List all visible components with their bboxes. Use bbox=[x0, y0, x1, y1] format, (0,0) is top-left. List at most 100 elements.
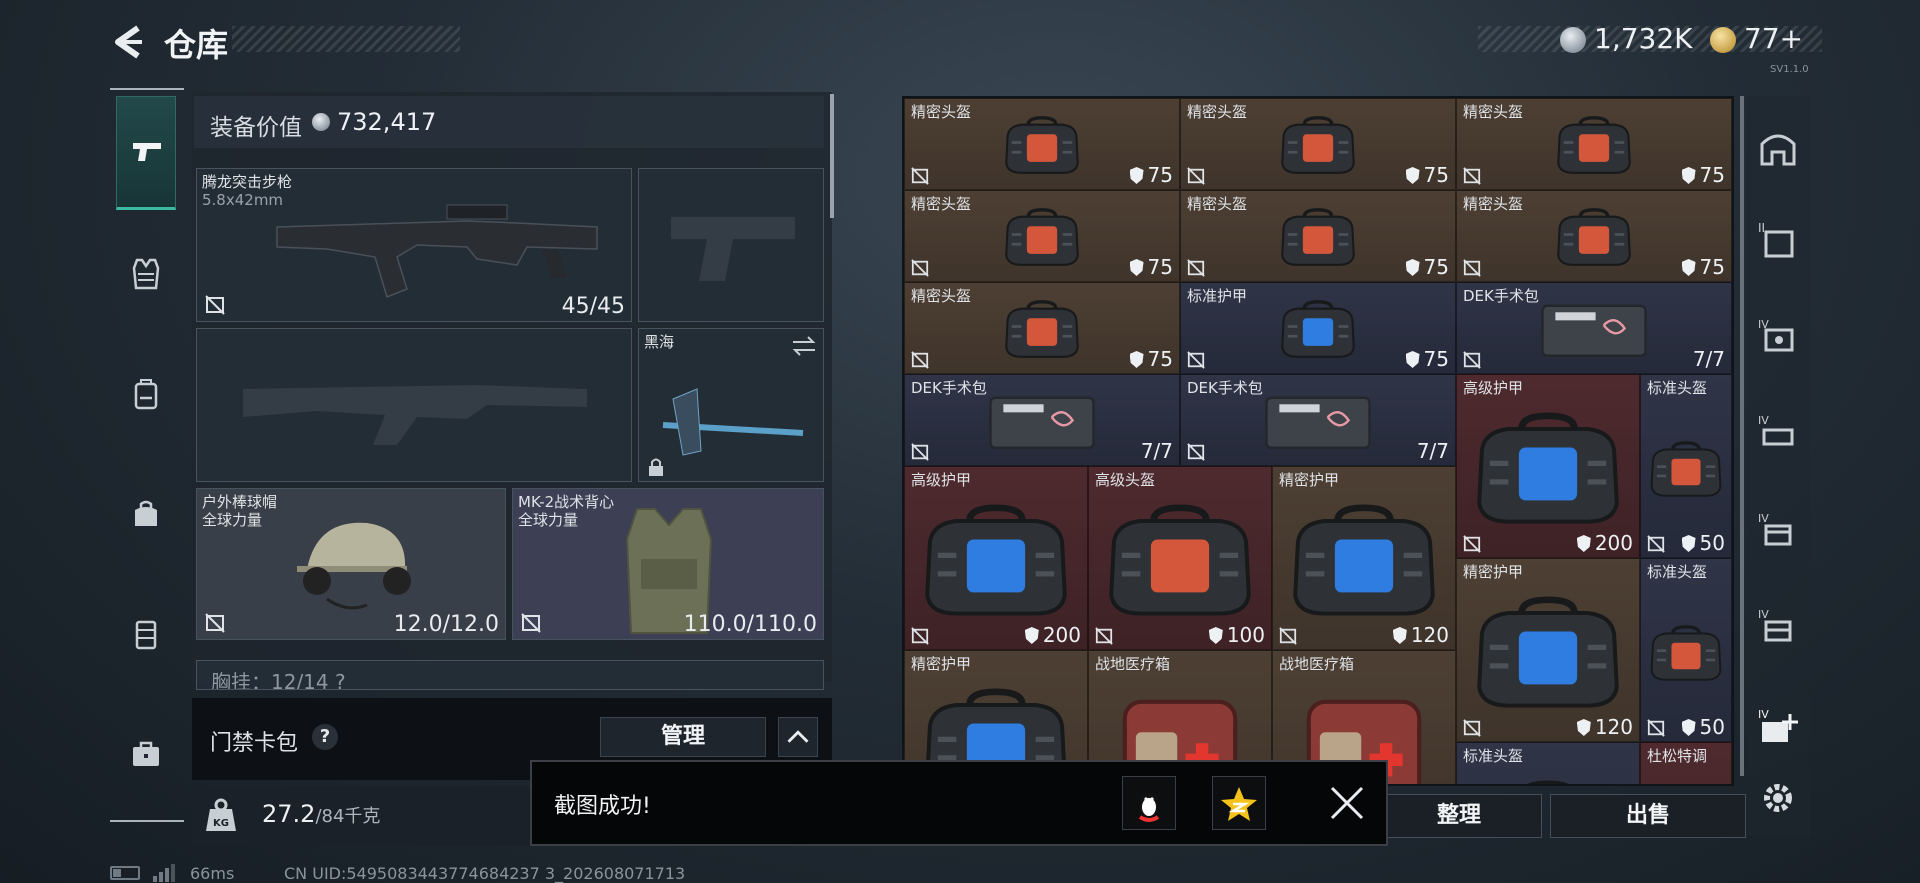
no-insurance-icon bbox=[1187, 351, 1205, 369]
settings-gear-icon[interactable] bbox=[1758, 778, 1798, 818]
armor-case-image bbox=[1293, 504, 1435, 616]
stash-item-name: 杜松特调 bbox=[1647, 747, 1708, 765]
stash-item[interactable]: 标准头盔 50 bbox=[1640, 374, 1732, 558]
durability-shield-icon bbox=[1405, 259, 1420, 276]
stash-item[interactable]: DEK手术包 7/7 bbox=[1180, 374, 1456, 466]
baseball-cap-image bbox=[297, 522, 411, 610]
stash-item-value-text: 200 bbox=[1042, 623, 1081, 647]
rifle-silhouette-icon bbox=[243, 385, 587, 445]
stash-item-name: 精密头盔 bbox=[911, 103, 972, 121]
qzone-star-icon bbox=[1221, 787, 1257, 821]
stash-item[interactable]: 标准护甲 75 bbox=[1180, 282, 1456, 374]
equipment-value: 732,417 bbox=[337, 108, 437, 136]
no-insurance-icon bbox=[1187, 443, 1205, 461]
stash-item[interactable]: 精密头盔 75 bbox=[904, 190, 1180, 282]
backpack-icon[interactable] bbox=[128, 376, 164, 412]
svg-text:IV: IV bbox=[1758, 414, 1769, 427]
chest-rig-slot[interactable]: 胸挂：12/14 ? bbox=[196, 660, 824, 690]
stash-item[interactable]: 标准头盔 50 bbox=[1640, 558, 1732, 742]
sell-button[interactable]: 出售 bbox=[1550, 794, 1746, 838]
secondary-weapon-slot-empty[interactable] bbox=[196, 328, 632, 482]
stash-item-value-text: 200 bbox=[1594, 531, 1633, 555]
durability-shield-icon bbox=[1576, 719, 1591, 736]
pistol-icon bbox=[133, 143, 161, 161]
melee-slot[interactable]: 黑海 bbox=[638, 328, 824, 482]
help-icon[interactable]: ? bbox=[312, 724, 338, 750]
uid-text: CN UID:5495083443774684237 3_20260807171… bbox=[284, 864, 686, 883]
stash-item[interactable]: 高级护甲 200 bbox=[1456, 374, 1640, 558]
no-insurance-icon bbox=[205, 295, 225, 315]
stash-item[interactable]: 精密头盔 75 bbox=[904, 98, 1180, 190]
stash-item-value-text: 75 bbox=[1699, 163, 1725, 187]
helmet-slot[interactable]: 户外棒球帽 全球力量 12.0/12.0 bbox=[196, 488, 506, 640]
silver-coin-icon bbox=[312, 113, 330, 131]
stash-item[interactable]: DEK手术包 7/7 bbox=[904, 374, 1180, 466]
no-insurance-icon bbox=[911, 627, 929, 645]
stash-item[interactable]: 精密护甲 120 bbox=[1272, 466, 1456, 650]
chevron-up-icon[interactable] bbox=[778, 717, 818, 757]
signal-icon bbox=[153, 864, 175, 882]
stash-tab-5-icon[interactable]: IV bbox=[1756, 508, 1800, 552]
briefcase-icon[interactable] bbox=[128, 736, 164, 772]
stash-tab-6-icon[interactable]: IV bbox=[1756, 604, 1800, 648]
stash-home-icon[interactable] bbox=[1756, 126, 1800, 170]
stash-item[interactable]: 精密头盔 75 bbox=[1456, 98, 1732, 190]
helmet-case-image bbox=[1281, 115, 1355, 174]
equipment-scrollbar[interactable] bbox=[830, 94, 834, 218]
stash-item-value: 7/7 bbox=[1417, 439, 1449, 463]
manage-button[interactable]: 管理 bbox=[600, 717, 766, 757]
rig-icon[interactable] bbox=[128, 616, 164, 652]
qq-penguin-icon bbox=[1138, 792, 1160, 822]
stash-item-value: 200 bbox=[1576, 531, 1633, 555]
svg-text:IV: IV bbox=[1758, 512, 1769, 525]
stash-item-value-text: 75 bbox=[1423, 347, 1449, 371]
back-arrow-icon[interactable] bbox=[108, 22, 148, 62]
stash-tab-3-icon[interactable]: IV bbox=[1756, 314, 1800, 358]
stash-item-name: 精密头盔 bbox=[911, 287, 972, 305]
stash-item-name: 精密头盔 bbox=[1187, 103, 1248, 121]
no-insurance-icon bbox=[1463, 259, 1481, 277]
sidearm-slot-empty[interactable] bbox=[638, 168, 824, 322]
primary-weapon-slot[interactable]: 腾龙突击步枪 5.8x42mm 45/45 bbox=[196, 168, 632, 322]
stash-item[interactable]: 精密头盔 75 bbox=[904, 282, 1180, 374]
stash-scrollbar[interactable] bbox=[1740, 96, 1744, 776]
gold-amount[interactable]: 77+ bbox=[1744, 22, 1803, 55]
stash-item-value-text: 75 bbox=[1147, 163, 1173, 187]
stash-item[interactable]: 精密护甲 120 bbox=[1456, 558, 1640, 742]
stash-item-value: 50 bbox=[1681, 531, 1725, 555]
stash-item[interactable]: 标准头盔 bbox=[1456, 742, 1640, 784]
stash-item-value: 7/7 bbox=[1693, 347, 1725, 371]
melee-name: 黑海 bbox=[644, 333, 675, 351]
share-qq-button[interactable] bbox=[1122, 776, 1176, 830]
no-insurance-icon bbox=[1463, 167, 1481, 185]
stash-item[interactable]: 精密头盔 75 bbox=[1456, 190, 1732, 282]
stash-item-name: 标准头盔 bbox=[1647, 563, 1708, 581]
stash-item[interactable]: 精密头盔 75 bbox=[1180, 98, 1456, 190]
stash-item[interactable]: 精密头盔 75 bbox=[1180, 190, 1456, 282]
swap-icon[interactable] bbox=[791, 335, 817, 357]
nav-tab-weapons[interactable] bbox=[116, 96, 176, 210]
vest-icon[interactable] bbox=[128, 256, 164, 292]
vest-brand: 全球力量 bbox=[518, 511, 579, 529]
durability-shield-icon bbox=[1129, 351, 1144, 368]
stash-item[interactable]: 杜松特调 bbox=[1640, 742, 1732, 784]
stash-item[interactable]: DEK手术包 7/7 bbox=[1456, 282, 1732, 374]
stash-item[interactable]: 高级头盔 100 bbox=[1088, 466, 1272, 650]
helmet-durability: 12.0/12.0 bbox=[393, 612, 499, 637]
add-stash-icon[interactable]: IV bbox=[1756, 704, 1800, 748]
weight-current: 27.2 bbox=[262, 800, 316, 828]
close-icon[interactable] bbox=[1326, 782, 1368, 824]
stash-tab-2-icon[interactable]: II bbox=[1756, 218, 1800, 262]
durability-shield-icon bbox=[1681, 259, 1696, 276]
stash-tab-4-icon[interactable]: IV bbox=[1756, 410, 1800, 454]
armor-case-image bbox=[1477, 596, 1619, 708]
vest-slot[interactable]: MK-2战术背心 全球力量 110.0/110.0 bbox=[512, 488, 824, 640]
surgery-kit-image bbox=[1541, 304, 1647, 357]
stash-item-value: 75 bbox=[1129, 163, 1173, 187]
stash-item[interactable]: 高级护甲 200 bbox=[904, 466, 1088, 650]
svg-text:KG: KG bbox=[213, 818, 229, 829]
sort-button[interactable]: 整理 bbox=[1376, 794, 1542, 838]
share-qzone-button[interactable] bbox=[1212, 776, 1266, 830]
armor-case-image bbox=[1281, 299, 1355, 358]
bag-icon[interactable] bbox=[128, 496, 164, 532]
